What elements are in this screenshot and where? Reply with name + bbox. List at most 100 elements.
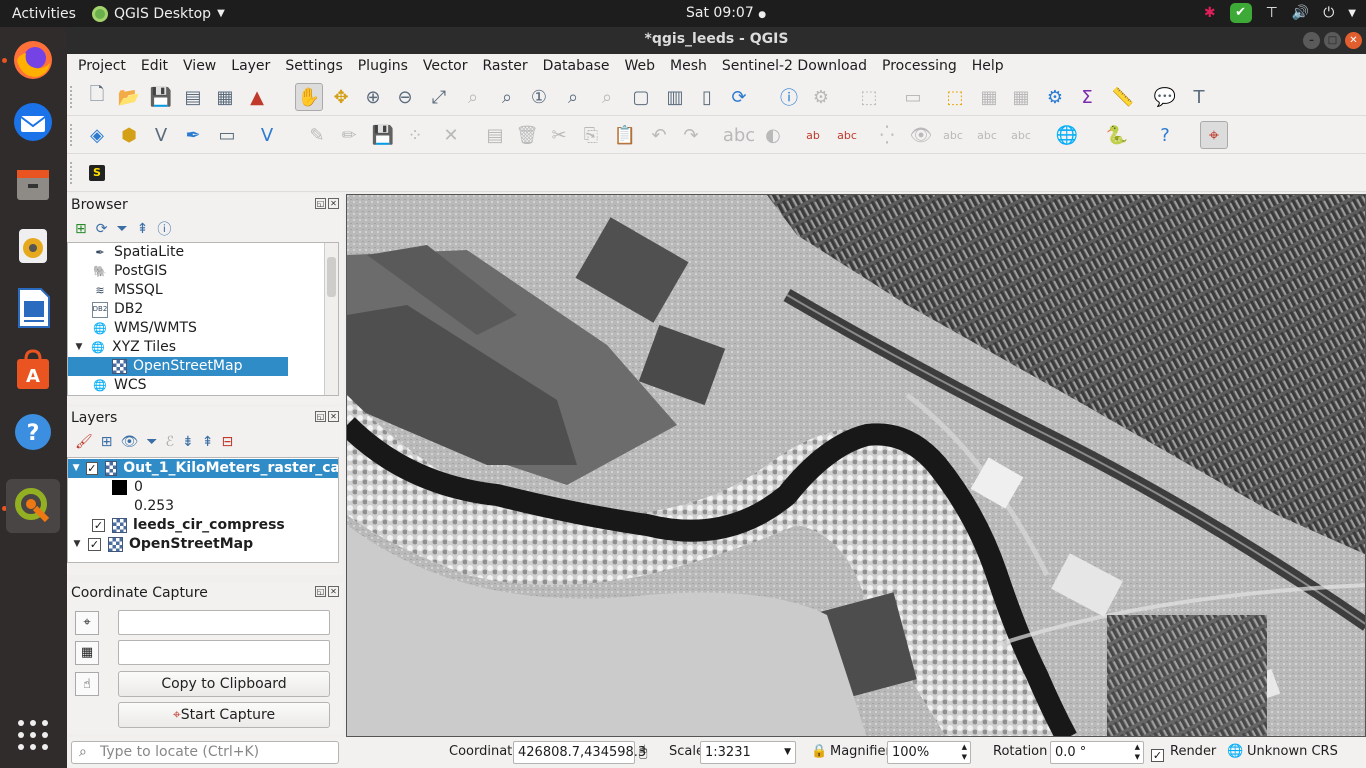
crs-status-label[interactable]: Unknown CRS — [1247, 740, 1338, 764]
change-label-icon[interactable]: abc — [973, 121, 1001, 149]
zoom-last-icon[interactable]: ⌕ — [559, 83, 587, 111]
add-selected-icon[interactable]: ⊞ — [75, 221, 87, 237]
layer-item-openstreetmap[interactable]: ▼ ✓ OpenStreetMap — [68, 535, 338, 554]
layer-visibility-checkbox[interactable]: ✓ — [92, 519, 105, 532]
run-action-icon[interactable]: ⚙ — [807, 83, 835, 111]
close-button[interactable]: ✕ — [1345, 32, 1362, 49]
zoom-next-icon[interactable]: ⌕ — [593, 83, 621, 111]
writer-launcher[interactable] — [6, 281, 60, 335]
layer-item-out-1-kilometers[interactable]: ▼ ✓ Out_1_KiloMeters_raster_ca — [68, 459, 338, 478]
toolbar-grip[interactable] — [70, 162, 72, 184]
magnifier-spinbox[interactable]: 100% ▲ ▼ — [887, 741, 971, 764]
menu-edit[interactable]: Edit — [141, 58, 168, 74]
statistical-summary-icon[interactable]: Σ — [1073, 83, 1101, 111]
layer-item-leeds-cir-compress[interactable]: ✓ leeds_cir_compress — [68, 516, 338, 535]
remove-layer-icon[interactable]: ⊟ — [221, 434, 233, 450]
new-bookmark-icon[interactable]: ▢ — [627, 83, 655, 111]
zoom-to-layer-icon[interactable]: ⌕ — [493, 83, 521, 111]
filter-expression-icon[interactable]: ℰ — [166, 434, 174, 450]
menu-sentinel2-download[interactable]: Sentinel-2 Download — [722, 58, 867, 74]
thunderbird-launcher[interactable] — [6, 95, 60, 149]
refresh-icon[interactable]: ⟳ — [96, 221, 108, 237]
browser-scrollbar[interactable] — [324, 243, 338, 395]
qgis-launcher[interactable] — [6, 479, 60, 533]
field-calculator-icon[interactable]: ▦ — [1007, 83, 1035, 111]
expand-all-icon[interactable]: ⇟ — [182, 434, 194, 450]
move-label-icon[interactable]: ⁛ — [873, 121, 901, 149]
layer-diagram-icon[interactable]: ◐ — [759, 121, 787, 149]
style-panel-icon[interactable]: 🖌 — [75, 434, 93, 450]
browser-item-mssql[interactable]: ≋ MSSQL — [68, 281, 326, 300]
new-spatialite-layer-icon[interactable]: ✒ — [179, 121, 207, 149]
minimize-button[interactable]: – — [1303, 32, 1320, 49]
menu-mesh[interactable]: Mesh — [670, 58, 707, 74]
clock[interactable]: Sat 09:07 ● — [686, 5, 766, 21]
network-icon[interactable]: ⊤ — [1266, 5, 1278, 21]
power-icon[interactable]: ⏻ — [1323, 5, 1334, 21]
volume-icon[interactable]: 🔊 — [1292, 5, 1309, 21]
menu-settings[interactable]: Settings — [285, 58, 342, 74]
menu-processing[interactable]: Processing — [882, 58, 957, 74]
new-project-icon[interactable]: 🗋 — [83, 83, 111, 111]
pin-labels-icon[interactable]: ab — [799, 121, 827, 149]
toolbar-grip[interactable] — [70, 124, 72, 146]
zoom-out-icon[interactable]: ⊖ — [391, 83, 419, 111]
delete-selected-icon[interactable]: 🗑 — [513, 121, 541, 149]
add-group-icon[interactable]: ⊞ — [101, 434, 113, 450]
expand-arrow-icon[interactable]: ▼ — [72, 535, 82, 554]
menu-vector[interactable]: Vector — [423, 58, 468, 74]
pan-map-icon[interactable]: ✋ — [295, 83, 323, 111]
new-geopackage-layer-icon[interactable]: ⬢ — [115, 121, 143, 149]
capture-coordinate-field-1[interactable] — [118, 610, 330, 635]
float-panel-icon[interactable]: ◱ — [315, 198, 326, 209]
copy-to-clipboard-button[interactable]: Copy to Clipboard — [118, 671, 330, 697]
label-toolbar-icon[interactable]: abc — [723, 121, 755, 149]
close-panel-icon[interactable]: ✕ — [328, 198, 339, 209]
slack-icon[interactable]: ✱ — [1204, 5, 1216, 21]
map-canvas[interactable] — [346, 194, 1366, 737]
sentinel-plugin-icon[interactable]: S — [83, 159, 111, 187]
copy-features-icon[interactable]: ⎘ — [577, 121, 605, 149]
maximize-button[interactable]: □ — [1324, 32, 1341, 49]
add-feature-icon[interactable]: ⁘ — [401, 121, 429, 149]
browser-item-db2[interactable]: DB2 DB2 — [68, 300, 326, 319]
style-manager-icon[interactable]: ▲ — [243, 83, 271, 111]
app-menu[interactable]: QGIS Desktop ▼ — [92, 5, 225, 22]
cut-features-icon[interactable]: ✂ — [545, 121, 573, 149]
show-applications-launcher[interactable] — [6, 708, 60, 762]
expand-arrow-icon[interactable]: ▼ — [72, 459, 80, 478]
track-mouse-icon[interactable]: ☝ — [75, 672, 99, 696]
activities-button[interactable]: Activities — [0, 6, 92, 22]
capture-coordinate-field-2[interactable] — [118, 640, 330, 665]
menu-web[interactable]: Web — [624, 58, 655, 74]
info-icon[interactable]: ⓘ — [157, 219, 171, 239]
browser-item-openstreetmap[interactable]: OpenStreetMap — [68, 357, 288, 376]
save-project-icon[interactable]: 💾 — [147, 83, 175, 111]
window-title-bar[interactable]: *qgis_leeds - QGIS – □ ✕ — [67, 27, 1366, 54]
menu-view[interactable]: View — [183, 58, 216, 74]
menu-database[interactable]: Database — [543, 58, 610, 74]
toggle-extents-icon[interactable]: 🖱 — [639, 740, 647, 764]
toggle-editing-icon[interactable]: ✏ — [335, 121, 363, 149]
open-project-icon[interactable]: 📂 — [115, 83, 143, 111]
toolbar-grip[interactable] — [70, 86, 72, 108]
python-console-icon[interactable]: 🐍 — [1103, 121, 1131, 149]
coordinate-capture-icon[interactable]: ⌖ — [1200, 121, 1228, 149]
close-panel-icon[interactable]: ✕ — [328, 586, 339, 597]
select-by-value-icon[interactable]: ▭ — [899, 83, 927, 111]
highlight-pinned-labels-icon[interactable]: abc — [833, 121, 861, 149]
render-checkbox-box[interactable]: ✓ — [1151, 749, 1164, 762]
zoom-in-icon[interactable]: ⊕ — [359, 83, 387, 111]
float-panel-icon[interactable]: ◱ — [315, 411, 326, 422]
render-checkbox[interactable]: ✓ — [1151, 744, 1171, 768]
update-ok-icon[interactable]: ✔ — [1229, 3, 1252, 23]
lock-scale-icon[interactable]: 🔒 — [811, 740, 827, 764]
processing-toolbox-icon[interactable]: ⚙ — [1041, 83, 1069, 111]
crs-globe-icon[interactable]: 🌐 — [1227, 740, 1243, 764]
close-panel-icon[interactable]: ✕ — [328, 411, 339, 422]
metasearch-icon[interactable]: 🌐 — [1053, 121, 1081, 149]
browser-item-spatialite[interactable]: ✒ SpatiaLite — [68, 243, 326, 262]
pan-to-selection-icon[interactable]: ✥ — [327, 83, 355, 111]
menu-help[interactable]: Help — [972, 58, 1004, 74]
menu-project[interactable]: Project — [78, 58, 126, 74]
